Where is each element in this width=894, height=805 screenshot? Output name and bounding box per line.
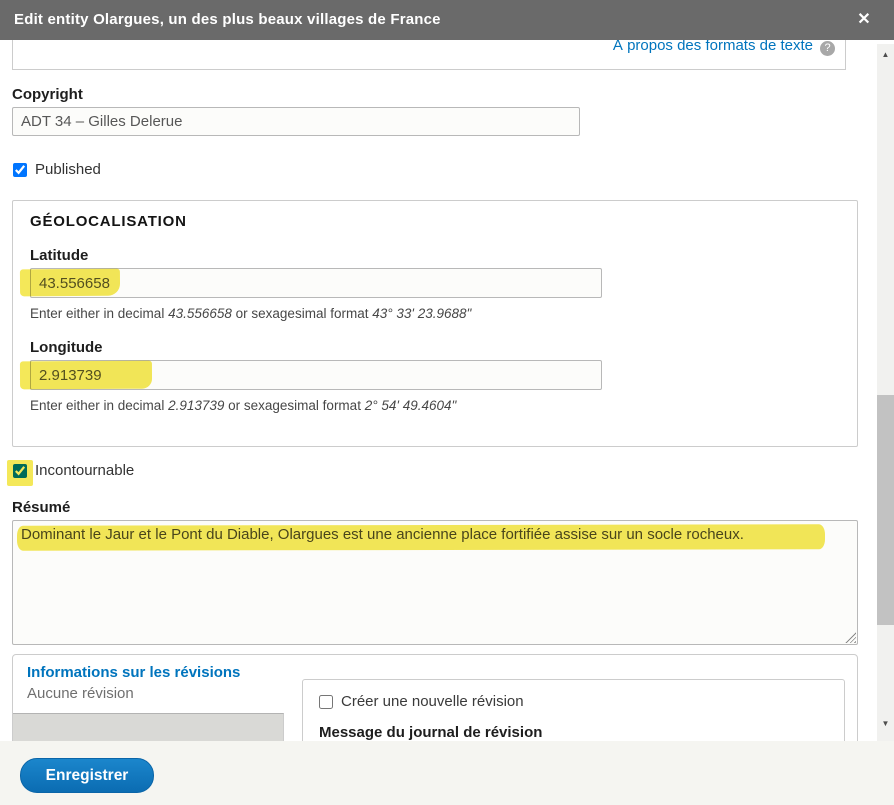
resume-textarea-wrap: Dominant le Jaur et le Pont du Diable, O… (12, 520, 858, 645)
dialog-header: Edit entity Olargues, un des plus beaux … (0, 0, 894, 40)
revision-heading: Informations sur les révisions (27, 664, 241, 681)
longitude-label: Longitude (30, 339, 103, 356)
incontournable-row: Incontournable (13, 462, 134, 479)
longitude-help-middle: or sexagesimal format (224, 398, 365, 413)
longitude-input[interactable] (30, 360, 602, 390)
text-format-box: À propos des formats de texte ? (12, 40, 846, 70)
longitude-help-sexagesimal: 2° 54' 49.4604" (364, 398, 457, 413)
published-checkbox[interactable] (13, 162, 27, 177)
copyright-label: Copyright (12, 86, 83, 103)
about-text-formats-link[interactable]: À propos des formats de texte (613, 40, 813, 54)
vertical-scrollbar: ▲ ▼ (877, 44, 894, 741)
latitude-label: Latitude (30, 247, 89, 264)
geolocation-fieldset: GÉOLOCALISATION Latitude Enter either in… (12, 200, 858, 447)
new-revision-row: Créer une nouvelle révision (319, 693, 524, 710)
longitude-help: Enter either in decimal 2.913739 or sexa… (30, 398, 456, 413)
published-label: Published (35, 161, 101, 178)
geolocation-legend: GÉOLOCALISATION (30, 213, 187, 230)
close-icon[interactable]: ✕ (844, 0, 884, 40)
incontournable-label: Incontournable (35, 462, 135, 479)
new-revision-label: Créer une nouvelle révision (341, 693, 524, 710)
revision-status: Aucune révision (27, 685, 134, 702)
scroll-down-icon[interactable]: ▼ (877, 719, 894, 733)
scroll-up-icon[interactable]: ▲ (877, 50, 894, 64)
latitude-help-sexagesimal: 43° 33' 23.9688" (372, 306, 472, 321)
edit-entity-dialog: Edit entity Olargues, un des plus beaux … (0, 0, 894, 805)
latitude-help-decimal: 43.556658 (168, 306, 232, 321)
save-button[interactable]: Enregistrer (20, 758, 154, 793)
longitude-help-prefix: Enter either in decimal (30, 398, 169, 413)
latitude-help-prefix: Enter either in decimal (30, 306, 169, 321)
revision-log-label: Message du journal de révision (319, 724, 543, 741)
copyright-input[interactable] (12, 107, 580, 136)
published-row: Published (13, 161, 101, 178)
dialog-content: À propos des formats de texte ? Copyrigh… (0, 40, 894, 805)
latitude-input[interactable] (30, 268, 602, 298)
info-icon[interactable]: ? (820, 41, 835, 56)
dialog-title: Edit entity Olargues, un des plus beaux … (14, 11, 441, 28)
longitude-help-decimal: 2.913739 (168, 398, 225, 413)
scrollbar-thumb[interactable] (877, 395, 894, 625)
dialog-button-pane: Enregistrer (0, 741, 894, 805)
new-revision-checkbox[interactable] (319, 694, 333, 709)
latitude-help-middle: or sexagesimal format (231, 306, 373, 321)
incontournable-checkbox[interactable] (13, 463, 27, 478)
resume-label: Résumé (12, 499, 71, 516)
latitude-help: Enter either in decimal 43.556658 or sex… (30, 306, 471, 321)
resume-textarea[interactable]: Dominant le Jaur et le Pont du Diable, O… (12, 520, 858, 645)
